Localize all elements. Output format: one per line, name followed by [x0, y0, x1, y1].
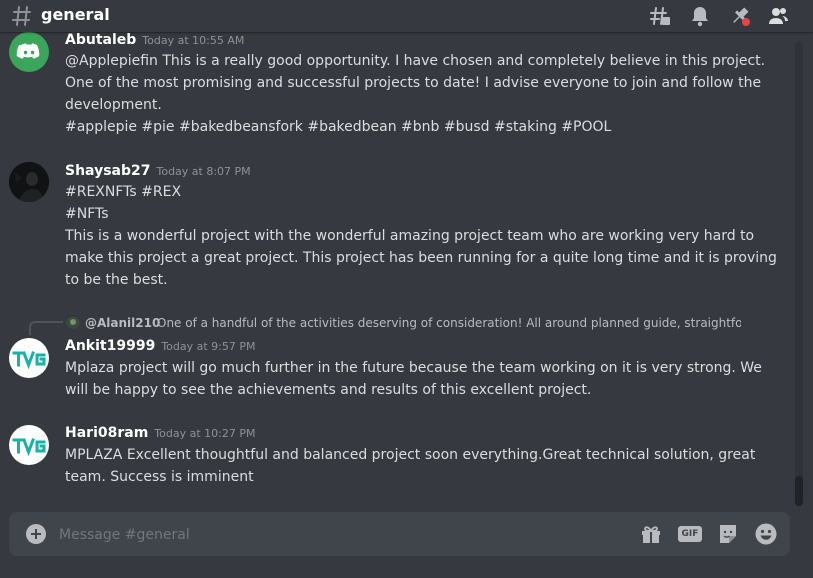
timestamp: Today at 9:57 PM	[161, 340, 256, 353]
message-line: team. Success is imminent	[65, 469, 254, 485]
message-item: Hari08ram Today at 10:27 PM MPLAZA Excell…	[0, 424, 790, 494]
member-list-icon[interactable]	[767, 5, 789, 27]
message-item: Ankit19999 Today at 9:57 PM Mplaza projec…	[0, 337, 790, 407]
message-line: will be happy to see the achievements an…	[65, 382, 592, 398]
message-line: @Applepiefin This is a really good oppor…	[65, 53, 766, 69]
message-line: Mplaza project will go much further in t…	[65, 360, 762, 376]
message-line: This is a wonderful project with the won…	[65, 228, 755, 244]
tvg-logo-icon	[12, 438, 46, 457]
scrollbar-thumb[interactable]	[795, 476, 803, 506]
discord-logo-icon	[16, 43, 40, 59]
timestamp: Today at 10:27 PM	[154, 427, 256, 440]
message-line: One of the most promising and successful…	[65, 75, 762, 91]
message-input[interactable]	[57, 512, 621, 558]
reply-username[interactable]: @Alanil210	[85, 315, 160, 331]
message-content: @Applepiefin This is a really good oppor…	[65, 50, 766, 138]
pin-icon[interactable]	[729, 5, 751, 27]
username[interactable]: Abutaleb Today at 10:55 AM	[65, 32, 244, 50]
avatar[interactable]	[9, 425, 49, 465]
sticker-icon[interactable]	[716, 522, 740, 546]
message-item: Abutaleb Today at 10:55 AM @Applepiefin T…	[0, 32, 790, 142]
username[interactable]: Ankit19999 Today at 9:57 PM	[65, 337, 256, 356]
message-content: #REXNFTs #REX #NFTs This is a wonderful …	[65, 181, 777, 291]
notification-bell-icon[interactable]	[689, 5, 711, 27]
message-list[interactable]: Abutaleb Today at 10:55 AM @Applepiefin T…	[0, 32, 800, 506]
username[interactable]: Hari08ram Today at 10:27 PM	[65, 424, 255, 443]
scrollbar-track[interactable]	[795, 42, 803, 506]
timestamp: Today at 8:07 PM	[156, 165, 251, 178]
threads-icon[interactable]	[649, 5, 671, 27]
username-text[interactable]: Hari08ram	[65, 425, 148, 441]
reply-avatar[interactable]	[66, 315, 80, 329]
gift-icon[interactable]	[639, 522, 663, 546]
username-text[interactable]: Abutaleb	[65, 32, 136, 48]
message-composer: GIF	[9, 512, 790, 558]
message-content: Mplaza project will go much further in t…	[65, 357, 762, 401]
message-line: #NFTs	[65, 206, 109, 222]
message-item: Shaysab27 Today at 8:07 PM #REXNFTs #REX …	[0, 161, 790, 291]
user-photo-icon	[9, 162, 49, 202]
reply-preview-text[interactable]: One of a handful of the activities deser…	[157, 315, 741, 331]
reply-user-photo-icon	[66, 316, 80, 329]
message-line: #applepie #pie #bakedbeansfork #bakedbea…	[65, 119, 612, 135]
channel-header: general	[0, 0, 813, 32]
username-text[interactable]: Ankit19999	[65, 338, 155, 354]
channel-name: general	[41, 5, 110, 24]
emoji-icon[interactable]	[754, 522, 778, 546]
avatar[interactable]	[9, 162, 49, 202]
username-text[interactable]: Shaysab27	[65, 163, 150, 179]
message-line: make this project a great project. This …	[65, 250, 777, 266]
gif-icon[interactable]: GIF	[678, 522, 702, 546]
add-attachment-icon[interactable]	[26, 524, 46, 544]
avatar[interactable]	[9, 32, 49, 72]
avatar[interactable]	[9, 338, 49, 378]
message-line: to be the best.	[65, 272, 168, 288]
reply-connector	[29, 321, 63, 335]
message-line: MPLAZA Excellent thoughtful and balanced…	[65, 447, 756, 463]
username[interactable]: Shaysab27 Today at 8:07 PM	[65, 162, 251, 181]
message-line: #REXNFTs #REX	[65, 184, 182, 200]
hashtag-icon	[12, 5, 32, 27]
timestamp: Today at 10:55 AM	[142, 34, 245, 47]
gif-label: GIF	[681, 529, 699, 539]
tvg-logo-icon	[12, 351, 46, 370]
message-content: MPLAZA Excellent thoughtful and balanced…	[65, 444, 756, 488]
message-line: development.	[65, 97, 162, 113]
